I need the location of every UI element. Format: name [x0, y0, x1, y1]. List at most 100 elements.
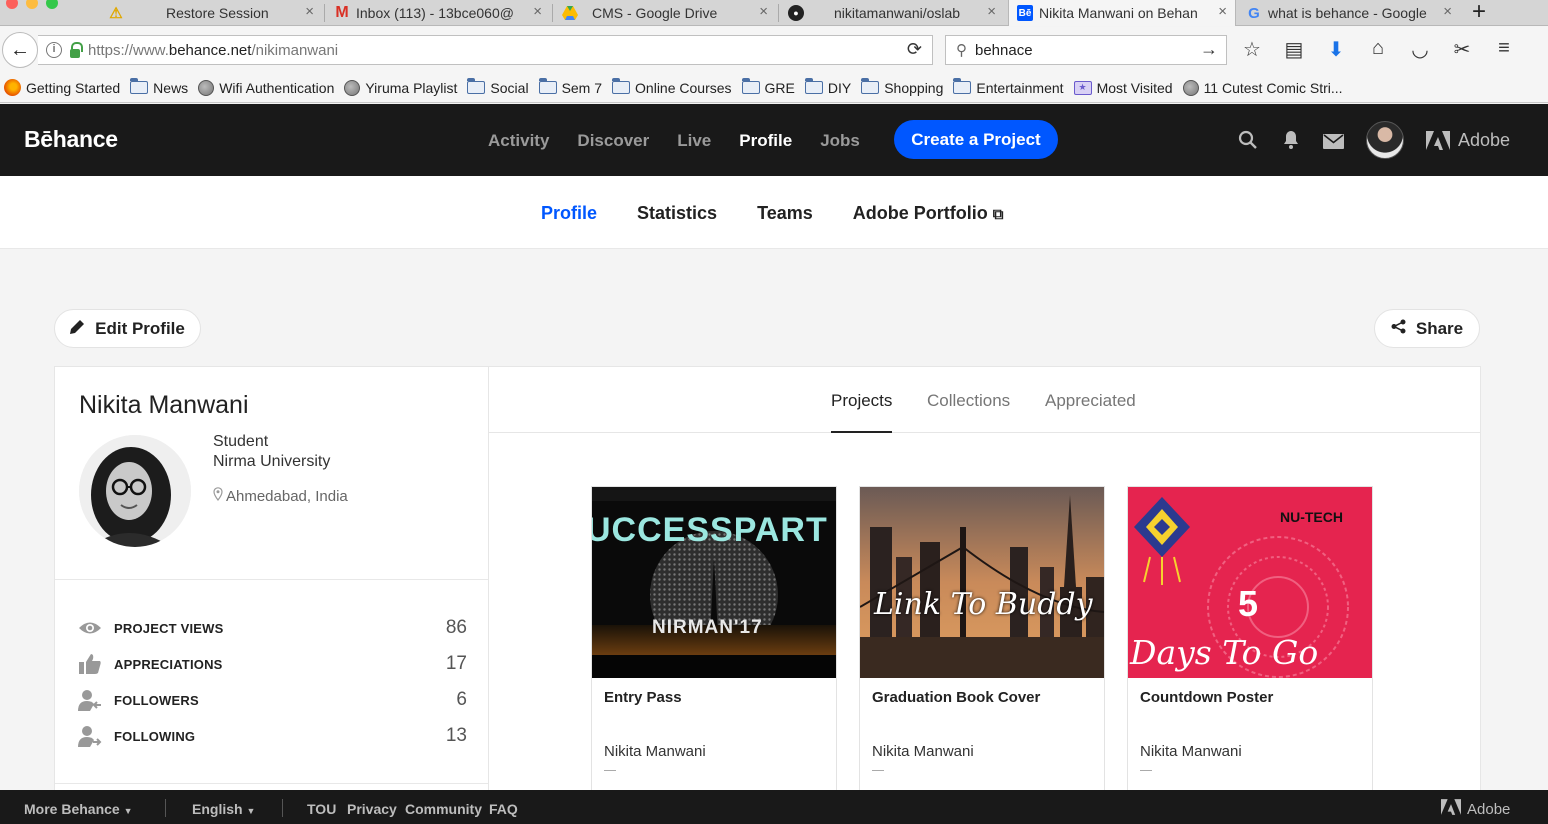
- language-dropdown[interactable]: English ▼: [192, 801, 255, 817]
- browser-tab[interactable]: ⚠ Restore Session ×: [100, 0, 322, 26]
- search-bar[interactable]: ⚲ behnace →: [945, 35, 1227, 65]
- footer-link-tou[interactable]: TOU: [307, 801, 336, 817]
- search-icon[interactable]: [1238, 130, 1258, 156]
- subnav-profile[interactable]: Profile: [541, 203, 597, 224]
- bookmark-item[interactable]: News: [130, 78, 188, 96]
- edit-profile-button[interactable]: Edit Profile: [54, 309, 201, 348]
- home-icon[interactable]: ⌂: [1366, 37, 1390, 62]
- browser-tab[interactable]: CMS - Google Drive ×: [554, 0, 776, 26]
- bookmark-item[interactable]: ★ Most Visited: [1073, 80, 1173, 96]
- bookmark-item[interactable]: Shopping: [861, 78, 943, 96]
- stat-followers: FOLLOWERS 6: [77, 688, 467, 712]
- nav-activity[interactable]: Activity: [488, 131, 549, 151]
- zoom-window-button[interactable]: [46, 0, 58, 9]
- download-icon[interactable]: ⬇: [1324, 37, 1348, 62]
- new-tab-button[interactable]: +: [1472, 0, 1486, 26]
- reload-icon[interactable]: ⟳: [907, 39, 922, 60]
- subnav-adobe-portfolio[interactable]: Adobe Portfolio ⧉: [853, 203, 1004, 224]
- stat-project-views: PROJECT VIEWS 86: [77, 616, 467, 640]
- close-tab-icon[interactable]: ×: [533, 3, 542, 20]
- messages-icon[interactable]: [1323, 133, 1344, 155]
- behance-logo[interactable]: Bēhance: [24, 126, 118, 153]
- folder-icon: [804, 78, 823, 94]
- close-tab-icon[interactable]: ×: [1218, 3, 1227, 20]
- nav-live[interactable]: Live: [677, 131, 711, 151]
- subnav-teams[interactable]: Teams: [757, 203, 813, 224]
- following-icon: [77, 725, 103, 747]
- browser-tab[interactable]: ● nikitamanwani/oslab ×: [780, 0, 1004, 26]
- footer-link-privacy[interactable]: Privacy: [347, 801, 397, 817]
- bookmark-item[interactable]: Wifi Authentication: [198, 79, 334, 96]
- bookmark-item[interactable]: Getting Started: [4, 79, 120, 96]
- profile-company[interactable]: Nirma University: [213, 453, 330, 471]
- project-title[interactable]: Countdown Poster: [1140, 689, 1273, 706]
- project-thumbnail[interactable]: NU-TECH 5 Days To Go: [1128, 487, 1372, 678]
- subnav-statistics[interactable]: Statistics: [637, 203, 717, 224]
- extension-icon[interactable]: ✂: [1450, 37, 1474, 62]
- search-input[interactable]: behnace: [975, 42, 1033, 59]
- project-owner[interactable]: Nikita Manwani: [1140, 743, 1242, 760]
- footer-adobe-link[interactable]: Adobe: [1441, 799, 1510, 819]
- bookmark-item[interactable]: DIY: [804, 78, 851, 96]
- project-owner[interactable]: Nikita Manwani: [872, 743, 974, 760]
- warning-icon: ⚠: [109, 5, 123, 22]
- close-tab-icon[interactable]: ×: [1443, 3, 1452, 20]
- profile-location[interactable]: Ahmedabad, India: [213, 487, 348, 505]
- footer-link-community[interactable]: Community: [405, 801, 482, 817]
- share-button[interactable]: Share: [1374, 309, 1480, 348]
- bookmark-item[interactable]: Social: [467, 78, 529, 96]
- project-thumbnail[interactable]: UCCESSPART NIRMAN'17: [592, 487, 836, 678]
- footer-link-faq[interactable]: FAQ: [489, 801, 518, 817]
- bookmark-item[interactable]: Yiruma Playlist: [344, 79, 457, 96]
- url-bar[interactable]: i https://www.behance.net/nikimanwani ⟳: [38, 35, 933, 65]
- browser-tab[interactable]: G what is behance - Google ×: [1238, 0, 1460, 26]
- close-tab-icon[interactable]: ×: [987, 3, 996, 20]
- project-title[interactable]: Graduation Book Cover: [872, 689, 1040, 706]
- bookmark-item[interactable]: Entertainment: [953, 78, 1064, 96]
- bookmark-item[interactable]: Online Courses: [612, 78, 732, 96]
- close-window-button[interactable]: [6, 0, 18, 9]
- user-avatar[interactable]: [1366, 121, 1404, 159]
- bookmark-item[interactable]: 11 Cutest Comic Stri...: [1182, 79, 1343, 96]
- project-card[interactable]: Link To Buddy Graduation Book Cover Niki…: [859, 486, 1105, 806]
- project-card[interactable]: NU-TECH 5 Days To Go Countdown Poster Ni…: [1127, 486, 1373, 806]
- gmail-icon: M: [335, 4, 349, 21]
- profile-card: Nikita Manwani Student Nirma University …: [54, 366, 489, 796]
- notification-bell-icon[interactable]: [1282, 130, 1300, 156]
- tab-appreciated[interactable]: Appreciated: [1045, 391, 1136, 411]
- bookmark-star-icon[interactable]: ☆: [1240, 37, 1264, 62]
- adobe-link[interactable]: Adobe: [1426, 130, 1510, 151]
- info-icon[interactable]: i: [46, 42, 62, 58]
- project-title[interactable]: Entry Pass: [604, 689, 682, 706]
- project-card[interactable]: UCCESSPART NIRMAN'17 Entry Pass Nikita M…: [591, 486, 837, 806]
- create-project-button[interactable]: Create a Project: [894, 120, 1058, 159]
- thumbnail-title-text: UCCESSPART: [592, 511, 828, 549]
- behance-header: Bēhance Activity Discover Live Profile J…: [0, 104, 1548, 176]
- browser-tab[interactable]: M Inbox (113) - 13bce060@ ×: [326, 0, 550, 26]
- back-button[interactable]: ←: [2, 32, 38, 68]
- close-tab-icon[interactable]: ×: [759, 3, 768, 20]
- menu-icon[interactable]: ≡: [1492, 37, 1516, 62]
- minimize-window-button[interactable]: [26, 0, 38, 9]
- project-thumbnail[interactable]: Link To Buddy: [860, 487, 1104, 678]
- close-tab-icon[interactable]: ×: [305, 3, 314, 20]
- more-behance-dropdown[interactable]: More Behance ▼: [24, 801, 133, 817]
- url-text: https://www.behance.net/nikimanwani: [88, 41, 339, 59]
- search-go-icon[interactable]: →: [1200, 39, 1218, 60]
- bookmark-item[interactable]: GRE: [741, 78, 795, 96]
- eye-icon: [77, 617, 103, 639]
- stat-appreciations: APPRECIATIONS 17: [77, 652, 467, 676]
- browser-tab-active[interactable]: Bē Nikita Manwani on Behan ×: [1008, 0, 1236, 26]
- profile-occupation: Student: [213, 433, 269, 450]
- folder-icon: [130, 78, 149, 94]
- adobe-logo-icon: [1426, 131, 1450, 150]
- pocket-icon[interactable]: ◡: [1408, 37, 1432, 62]
- nav-profile[interactable]: Profile: [739, 131, 792, 151]
- nav-jobs[interactable]: Jobs: [820, 131, 860, 151]
- nav-discover[interactable]: Discover: [577, 131, 649, 151]
- project-owner[interactable]: Nikita Manwani: [604, 743, 706, 760]
- reading-list-icon[interactable]: ▤: [1282, 37, 1306, 62]
- tab-projects[interactable]: Projects: [831, 391, 893, 433]
- tab-collections[interactable]: Collections: [927, 391, 1010, 411]
- bookmark-item[interactable]: Sem 7: [538, 78, 602, 96]
